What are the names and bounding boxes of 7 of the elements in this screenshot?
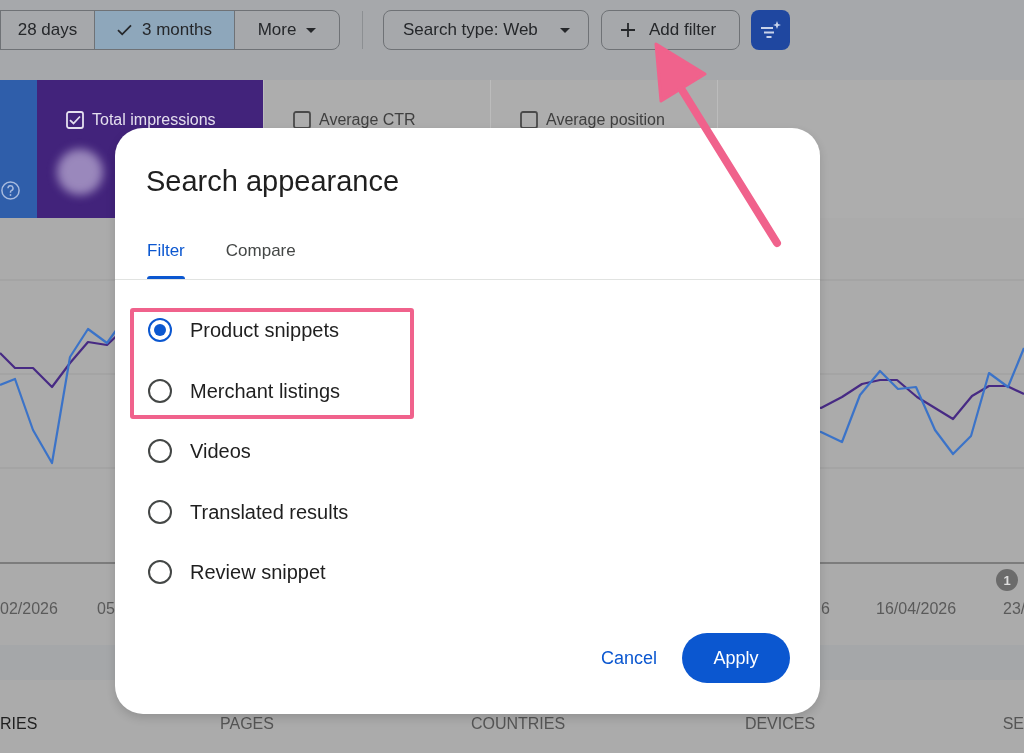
metric-label: Total impressions: [92, 111, 216, 129]
axis-label: 02/2026: [0, 600, 58, 618]
metric-label: Average position: [546, 111, 665, 129]
metric-label: Average CTR: [319, 111, 416, 129]
axis-label: 05: [97, 600, 115, 618]
axis-label: 6: [821, 600, 830, 618]
axis-label: 16/04/2026: [876, 600, 957, 618]
